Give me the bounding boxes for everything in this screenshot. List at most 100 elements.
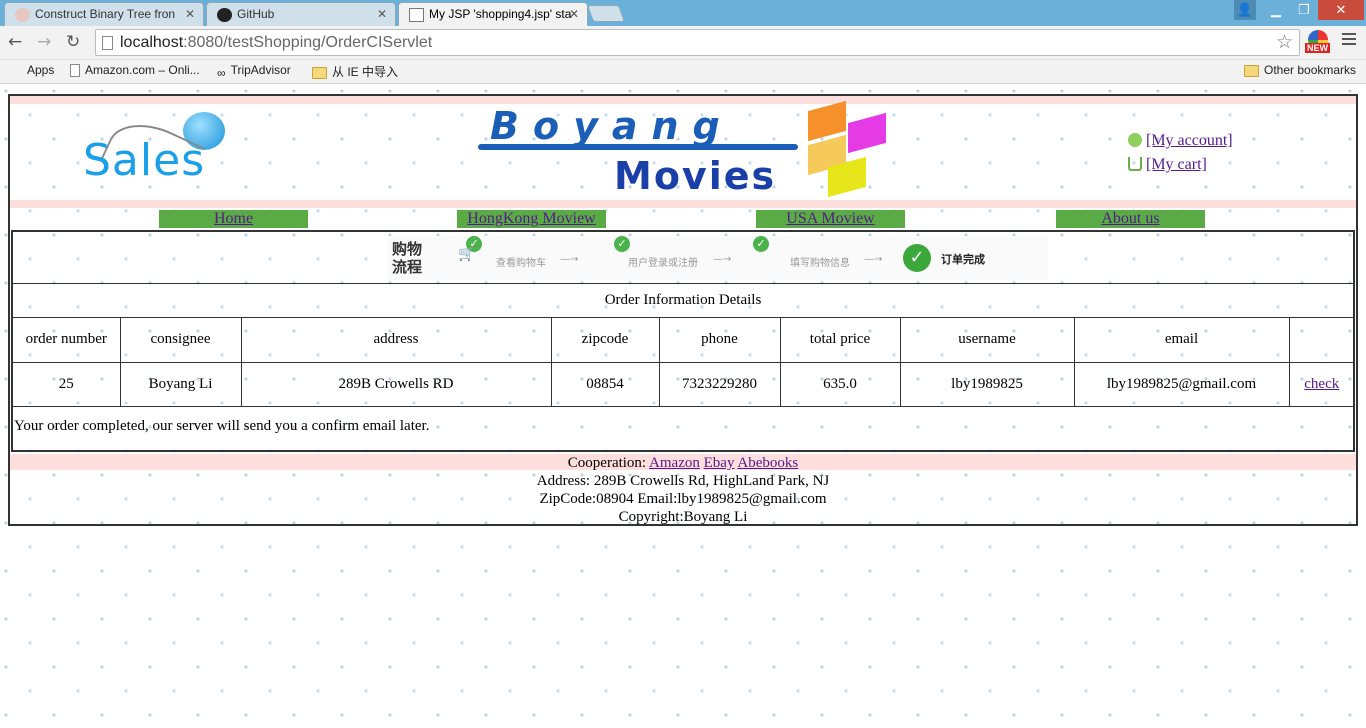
folder-icon [312, 67, 327, 79]
flow-label-line: 流程 [392, 258, 423, 276]
menu-icon[interactable] [1342, 33, 1356, 48]
site-footer: Cooperation: Amazon Ebay Abebooks Addres… [10, 454, 1356, 526]
tab-github[interactable]: GitHub ✕ [206, 2, 396, 26]
movies-logo-text: Movies [614, 154, 777, 198]
github-icon [217, 8, 232, 22]
minimize-button[interactable]: ▁ [1262, 0, 1290, 20]
browser-toolbar: ← → ↻ localhost:8080/testShopping/OrderC… [0, 26, 1366, 60]
bookmark-apps[interactable]: Apps [8, 63, 54, 77]
email-cell: lby1989825@gmail.com [1073, 361, 1290, 407]
order-panel: 购物 流程 ✓ 🛒 查看购物车 —→ ✓ 用户登录或注册 —→ ✓ 填写购物信息… [11, 230, 1355, 452]
order-table: order number consignee address zipcode p… [13, 318, 1354, 407]
sales-logo-text: Sales [83, 135, 206, 186]
other-bookmarks-label: Other bookmarks [1264, 63, 1357, 77]
window-close-button[interactable]: ✕ [1318, 0, 1364, 20]
zipcode-cell: 08854 [550, 361, 660, 407]
checkout-steps-graphic: 购物 流程 ✓ 🛒 查看购物车 —→ ✓ 用户登录或注册 —→ ✓ 填写购物信息… [388, 236, 1048, 280]
tab-my-jsp[interactable]: My JSP 'shopping4.jsp' sta ✕ [398, 2, 588, 27]
main-nav: Home HongKong Moview USA Moview About us [10, 210, 1356, 228]
table-header-row: order number consignee address zipcode p… [13, 318, 1354, 363]
arrow-icon: —→ [864, 254, 883, 265]
sales-logo: Sales [75, 109, 225, 200]
step-label: 用户登录或注册 [628, 258, 698, 269]
address-bar[interactable]: localhost:8080/testShopping/OrderCIServl… [95, 29, 1300, 56]
arrow-icon: —→ [560, 254, 579, 265]
nav-usa[interactable]: USA Moview [756, 210, 905, 228]
done-check-icon: ✓ [903, 244, 931, 272]
bookmark-star-icon[interactable]: ☆ [1276, 31, 1293, 54]
close-icon[interactable]: ✕ [569, 7, 579, 21]
column-header: address [240, 318, 552, 363]
tripadvisor-icon: ∞ [217, 66, 226, 80]
column-header: zipcode [550, 318, 660, 363]
column-header: phone [658, 318, 781, 363]
flow-label-line: 购物 [392, 240, 423, 258]
my-cart-link[interactable]: [My cart] [1146, 156, 1207, 173]
nav-home-link[interactable]: Home [214, 210, 253, 227]
order-table-title: Order Information Details [13, 284, 1353, 318]
other-bookmarks[interactable]: Other bookmarks [1244, 63, 1356, 77]
restore-button[interactable]: ❐ [1290, 0, 1318, 20]
page-icon [102, 36, 113, 50]
partner-amazon-link[interactable]: Amazon [649, 455, 700, 471]
partner-ebay-link[interactable]: Ebay [704, 455, 735, 471]
account-links: [My account] [My cart] [1128, 129, 1233, 177]
user-profile-icon[interactable]: 👤 [1234, 0, 1256, 20]
site-frame: Sales Boyang Movies [My account] [My car… [8, 94, 1358, 526]
column-header: order number [13, 318, 121, 363]
consignee-cell: Boyang Li [119, 361, 242, 407]
bookmarks-bar: Apps Amazon.com – Onli... ∞ TripAdvisor 从… [0, 60, 1366, 84]
nav-about-link[interactable]: About us [1101, 210, 1159, 227]
cart-icon: 🛒 [458, 246, 476, 262]
footer-address: Address: 289B Crowells Rd, HighLand Park… [536, 473, 830, 489]
column-header: username [899, 318, 1075, 363]
boyang-logo-text: Boyang [490, 104, 734, 148]
close-icon[interactable]: ✕ [377, 7, 387, 21]
page-favicon-icon [15, 8, 30, 22]
total-price-cell: 635.0 [779, 361, 901, 407]
action-cell: check [1288, 361, 1354, 407]
check-order-link[interactable]: check [1304, 376, 1339, 392]
bookmark-ie-import[interactable]: 从 IE 中导入 [312, 63, 398, 80]
apps-grid-icon [8, 63, 22, 77]
nav-usa-link[interactable]: USA Moview [786, 210, 874, 227]
new-tab-button[interactable] [586, 5, 626, 22]
arrow-icon: —→ [713, 254, 732, 265]
column-header: email [1073, 318, 1290, 363]
address-cell: 289B Crowells RD [240, 361, 552, 407]
check-icon: ✓ [753, 236, 769, 252]
partner-abebooks-link[interactable]: Abebooks [737, 455, 798, 471]
reload-icon[interactable]: ↻ [66, 32, 80, 52]
url-path: :8080/testShopping/OrderCIServlet [183, 34, 433, 51]
check-icon: ✓ [614, 236, 630, 252]
nav-about[interactable]: About us [1056, 210, 1205, 228]
bookmark-amazon[interactable]: Amazon.com – Onli... [70, 63, 200, 77]
bookmark-label: TripAdvisor [230, 63, 291, 77]
nav-hongkong-link[interactable]: HongKong Moview [467, 210, 595, 227]
extension-new-icon[interactable]: NEW [1305, 29, 1333, 55]
bookmark-label: 从 IE 中导入 [332, 65, 399, 79]
bookmark-label: Amazon.com – Onli... [85, 63, 200, 77]
column-header: consignee [119, 318, 242, 363]
nav-home[interactable]: Home [159, 210, 308, 228]
browser-tab-bar: Construct Binary Tree fron ✕ GitHub ✕ My… [0, 0, 1366, 27]
back-arrow-icon[interactable]: ← [8, 32, 22, 52]
username-cell: lby1989825 [899, 361, 1075, 407]
logo-underline [478, 144, 798, 150]
my-account-link[interactable]: [My account] [1146, 132, 1233, 149]
footer-copyright: Copyright:Boyang Li [618, 509, 748, 525]
order-complete-message: Your order completed, our server will se… [14, 418, 430, 434]
nav-hongkong[interactable]: HongKong Moview [457, 210, 606, 228]
close-icon[interactable]: ✕ [185, 7, 195, 21]
forward-arrow-icon[interactable]: → [37, 32, 51, 52]
column-header [1288, 318, 1354, 363]
footer-contact: ZipCode:08904 Email:lby1989825@gmail.com [539, 491, 827, 507]
url-host: localhost [120, 34, 184, 51]
folder-icon [1244, 65, 1259, 77]
bookmark-label: Apps [27, 63, 55, 77]
tab-construct-binary-tree[interactable]: Construct Binary Tree fron ✕ [4, 2, 204, 26]
extension-badge: NEW [1305, 43, 1330, 53]
header-bottom-band [10, 200, 1356, 208]
bookmark-tripadvisor[interactable]: ∞ TripAdvisor [217, 63, 291, 80]
checkout-steps: 购物 流程 ✓ 🛒 查看购物车 —→ ✓ 用户登录或注册 —→ ✓ 填写购物信息… [13, 232, 1353, 284]
